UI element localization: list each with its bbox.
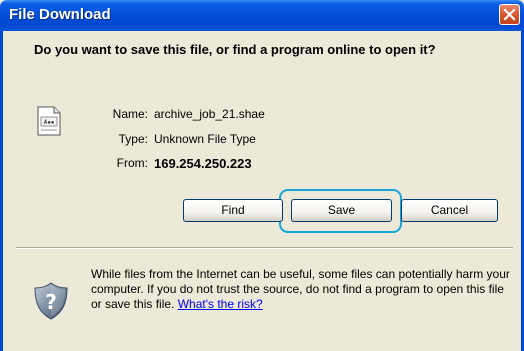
file-download-dialog: File Download Do you want to save this f… [0,0,524,351]
window-title: File Download [9,6,111,23]
close-icon [503,8,516,21]
file-icon: Ⱥ▪▪ [37,106,61,136]
file-name-value: archive_job_21.shae [154,107,265,121]
cancel-button[interactable]: Cancel [401,199,498,222]
title-bar[interactable]: File Download [0,0,524,31]
download-question: Do you want to save this file, or find a… [34,42,436,57]
source-address-value: 169.254.250.223 [154,156,252,171]
name-label: Name: [112,107,148,121]
whats-the-risk-link[interactable]: What's the risk? [178,297,263,311]
window-frame-left [0,31,3,351]
svg-text:Ⱥ▪▪: Ⱥ▪▪ [44,119,55,126]
warning-text: While files from the Internet can be use… [91,267,510,311]
type-label: Type: [118,132,148,146]
from-label: From: [116,156,148,170]
security-warning: While files from the Internet can be use… [91,267,511,312]
save-button[interactable]: Save [291,199,392,222]
close-button[interactable] [499,4,520,25]
svg-text:?: ? [45,290,57,314]
separator [16,247,513,249]
security-shield-icon: ? [34,282,68,320]
file-type-value: Unknown File Type [154,132,256,146]
find-button[interactable]: Find [183,199,283,222]
